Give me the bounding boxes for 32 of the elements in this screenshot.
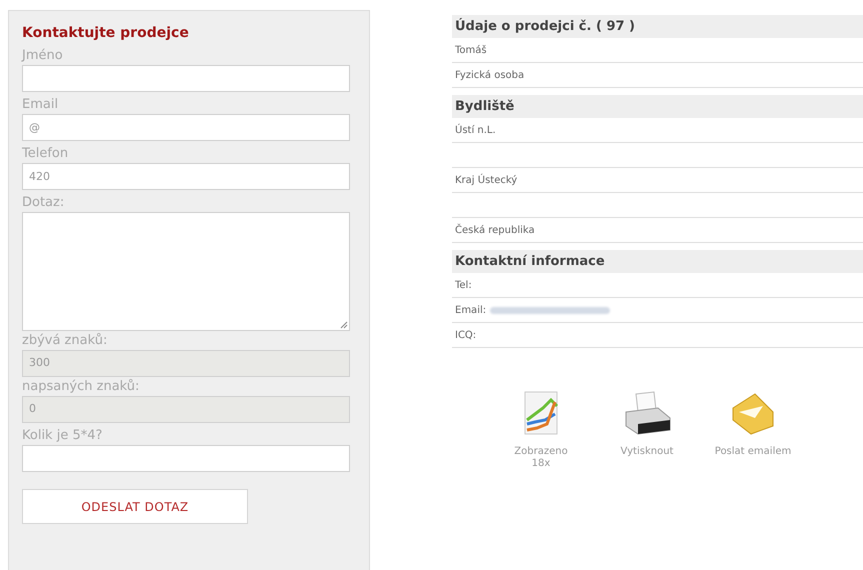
- info-text: Ústí n.L.: [455, 122, 496, 138]
- field-label: Dotaz:: [22, 194, 66, 212]
- field-label: zbývá znaků:: [22, 332, 108, 350]
- info-text: Tomáš: [455, 44, 487, 58]
- resize-grip-icon: [340, 321, 348, 329]
- submit-button[interactable]: ODESLAT DOTAZ: [22, 489, 248, 524]
- action-label[interactable]: Vytisknout: [620, 446, 674, 458]
- info-text: ICQ:: [455, 328, 476, 342]
- info-text: Fyzická osoba: [455, 68, 524, 82]
- view-count: 18x: [532, 458, 550, 470]
- info-text: Email:: [455, 304, 486, 318]
- action-label[interactable]: Zobrazeno: [514, 446, 568, 458]
- section-heading: Bydliště: [452, 95, 863, 118]
- info-text: Kraj Ústecký: [455, 172, 518, 188]
- field-label: Telefon: [22, 145, 70, 163]
- input-field[interactable]: @: [22, 114, 350, 141]
- field-label: Jméno: [22, 47, 64, 65]
- counter-field: 0: [22, 396, 350, 423]
- field-label: Email: [22, 96, 60, 114]
- form-title: Kontaktujte prodejce: [22, 24, 190, 43]
- field-label: Kolik je 5*4?: [22, 427, 104, 445]
- message-textarea[interactable]: [22, 212, 350, 331]
- input-field[interactable]: 420: [22, 163, 350, 190]
- input-field[interactable]: [22, 445, 350, 472]
- field-label: napsaných znaků:: [22, 378, 140, 396]
- input-field[interactable]: [22, 65, 350, 92]
- action-label[interactable]: Poslat emailem: [714, 446, 792, 458]
- info-text: Tel:: [455, 278, 472, 292]
- info-text: Česká republika: [455, 222, 535, 238]
- section-heading: Kontaktní informace: [452, 250, 863, 273]
- counter-field: 300: [22, 350, 350, 377]
- section-heading: Údaje o prodejci č. ( 97 ): [452, 15, 863, 38]
